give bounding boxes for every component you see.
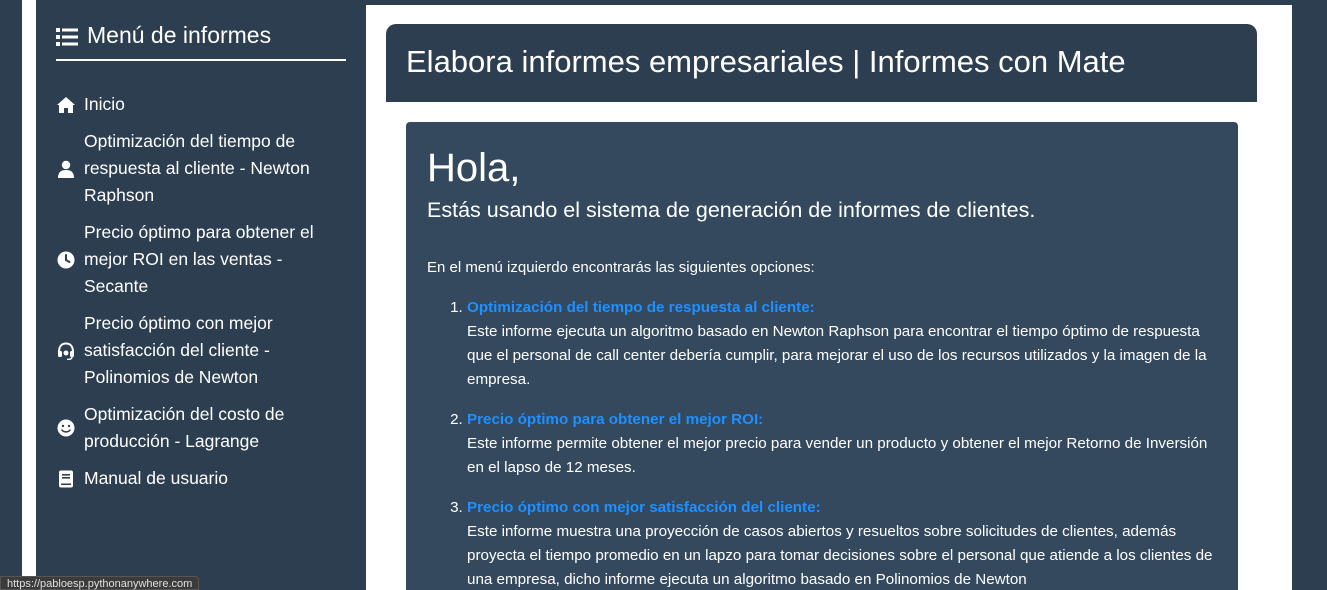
sidebar-item-newton-raphson[interactable]: Optimización del tiempo de respuesta al … [56,128,346,209]
option-title: Precio óptimo para obtener el mejor ROI: [467,411,764,428]
sidebar-item-label: Optimización del costo de producción - L… [84,404,285,451]
sidebar-item-label: Precio óptimo para obtener el mejor ROI … [84,222,314,296]
sidebar-menu: Inicio Optimización del tiempo de respue… [56,91,346,492]
list-item: Optimización del tiempo de respuesta al … [467,296,1217,392]
greeting-heading: Hola, [427,146,521,190]
list-item: Precio óptimo para obtener el mejor ROI:… [467,408,1217,480]
book-icon [56,469,76,489]
clock-icon [56,250,76,270]
sidebar: Menú de informes Inicio Optimización del… [36,0,366,590]
sidebar-item-label: Inicio [84,94,125,114]
headset-icon [56,341,76,361]
sidebar-item-label: Precio óptimo con mejor satisfacción del… [84,313,273,387]
intro-text: En el menú izquierdo encontrarás las sig… [427,259,815,276]
sidebar-item-manual[interactable]: Manual de usuario [56,465,346,492]
page-header: Elabora informes empresariales | Informe… [386,24,1257,102]
list-item: Precio óptimo con mejor satisfacción del… [467,496,1217,590]
sidebar-item-lagrange[interactable]: Optimización del costo de producción - L… [56,401,346,455]
option-description: Este informe permite obtener el mejor pr… [467,435,1208,476]
sidebar-title-text: Menú de informes [87,22,272,48]
sidebar-title: Menú de informes [56,22,346,61]
sidebar-item-label: Optimización del tiempo de respuesta al … [84,131,310,205]
page-edge-right [1292,0,1327,590]
sidebar-item-inicio[interactable]: Inicio [56,91,346,118]
option-title: Precio óptimo con mejor satisfacción del… [467,499,821,516]
sidebar-item-secante[interactable]: Precio óptimo para obtener el mejor ROI … [56,219,346,300]
option-description: Este informe ejecuta un algoritmo basado… [467,323,1207,388]
sidebar-item-label: Manual de usuario [84,468,228,488]
sidebar-item-polinomios-newton[interactable]: Precio óptimo con mejor satisfacción del… [56,310,346,391]
option-title: Optimización del tiempo de respuesta al … [467,299,815,316]
page-title: Elabora informes empresariales | Informe… [406,44,1126,79]
smile-icon [56,418,76,438]
list-icon [56,26,78,46]
status-url-bar: https://pabloesp.pythonanywhere.com [0,576,200,590]
page-edge [22,0,36,590]
welcome-subtitle: Estás usando el sistema de generación de… [427,198,1036,222]
user-icon [56,159,76,179]
options-list: Optimización del tiempo de respuesta al … [427,296,1217,590]
home-icon [56,95,76,115]
welcome-card: Hola, Estás usando el sistema de generac… [406,122,1238,590]
option-description: Este informe muestra una proyección de c… [467,523,1213,588]
